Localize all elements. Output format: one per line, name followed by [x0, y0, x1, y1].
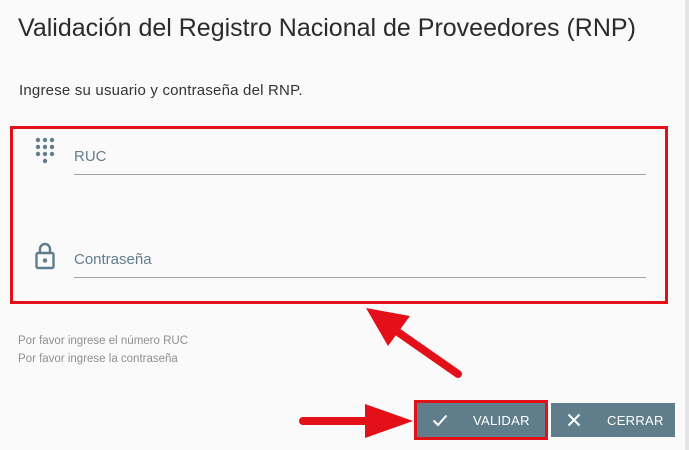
validate-button[interactable]: VALIDAR [414, 400, 548, 440]
arrow-to-form-annotation [366, 308, 462, 378]
arrow-to-validate-annotation [299, 404, 413, 438]
password-input[interactable] [74, 242, 646, 278]
ruc-input[interactable] [74, 139, 646, 175]
validation-messages: Por favor ingrese el número RUC Por favo… [18, 332, 188, 368]
validate-button-label: VALIDAR [473, 412, 530, 428]
dialog-title: Validación del Registro Nacional de Prov… [18, 14, 636, 42]
password-field [13, 240, 665, 290]
scrollbar-track[interactable] [685, 0, 689, 450]
close-icon [567, 413, 581, 427]
ruc-required-message: Por favor ingrese el número RUC [18, 335, 189, 347]
credentials-form-highlight [10, 126, 668, 304]
close-button[interactable]: CERRAR [551, 403, 675, 437]
password-required-message: Por favor ingrese la contraseña [18, 353, 178, 365]
rnp-validation-dialog: Validación del Registro Nacional de Prov… [0, 0, 689, 450]
check-icon [432, 414, 448, 427]
close-button-label: CERRAR [607, 412, 664, 428]
ruc-field [13, 137, 665, 187]
dialpad-icon [35, 137, 55, 164]
lock-icon [35, 242, 55, 270]
dialog-subtitle: Ingrese su usuario y contraseña del RNP. [19, 82, 303, 99]
